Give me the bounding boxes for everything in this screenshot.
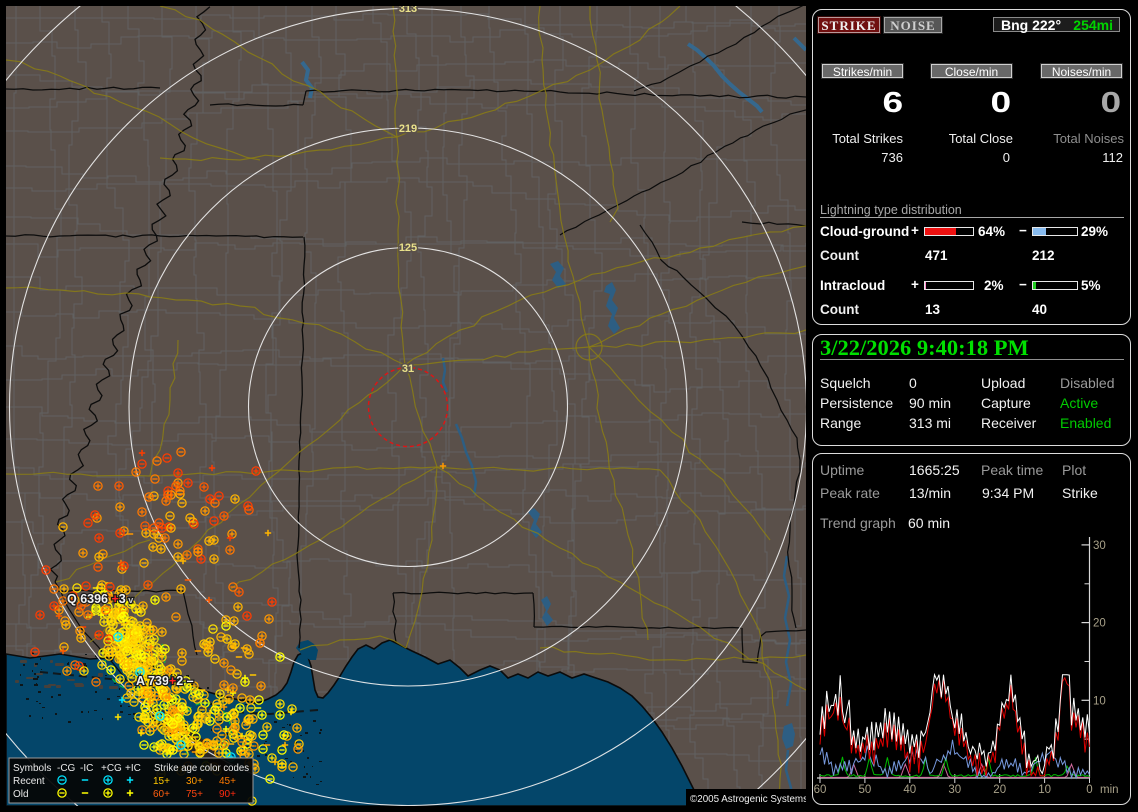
svg-text:0: 0 <box>1086 784 1092 796</box>
svg-text:10: 10 <box>1093 695 1106 707</box>
svg-text:30: 30 <box>948 784 961 796</box>
svg-text:20: 20 <box>993 784 1006 796</box>
svg-text:50: 50 <box>859 784 872 796</box>
svg-text:30: 30 <box>1093 540 1106 552</box>
svg-text:10: 10 <box>1038 784 1051 796</box>
svg-text:20: 20 <box>1093 618 1106 630</box>
svg-text:min: min <box>1100 784 1119 796</box>
svg-text:40: 40 <box>903 784 916 796</box>
svg-text:60: 60 <box>814 784 827 796</box>
